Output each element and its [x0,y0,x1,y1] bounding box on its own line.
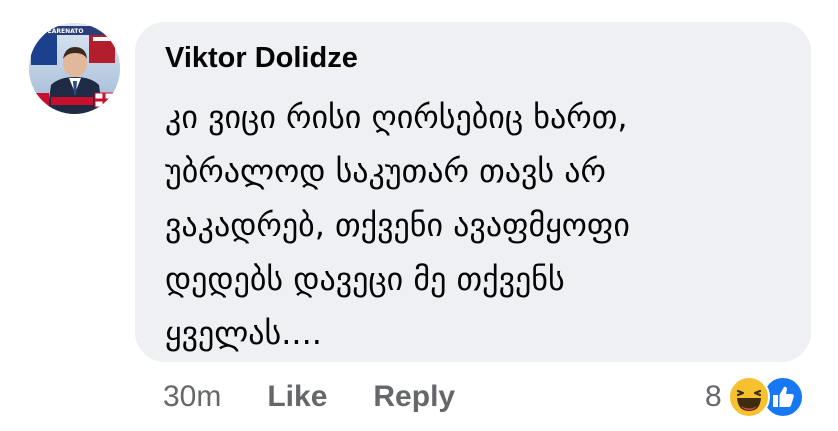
reply-button[interactable]: Reply [373,380,455,414]
like-button[interactable]: Like [267,380,327,414]
comment-container: WEARENATO Viktor Dolidze კი ვიცი რისი ღი… [0,0,838,431]
comment-text-line: კი ვიცი რისი ღირსებიც ხართ, [165,98,628,136]
avatar[interactable]: WEARENATO [29,23,120,114]
avatar-image: WEARENATO [29,23,120,114]
comment-author-name[interactable]: Viktor Dolidze [165,40,791,76]
comment-text-line: ყველას.... [165,314,322,352]
comment-bubble: Viktor Dolidze კი ვიცი რისი ღირსებიც ხარ… [135,22,811,362]
comment-text-line: დედებს დავეცი მე თქვენს [165,260,565,298]
haha-icon [727,376,770,418]
comment-timestamp[interactable]: 30m [163,380,221,414]
comment-text-line: უბრალოდ საკუთარ თავს არ [165,152,606,190]
reaction-icons [727,375,804,419]
comment-text-line: ვაკადრებ, თქვენი ავაფმყოფი [165,206,630,244]
avatar-badge: WEARENATO [41,28,83,35]
comment-actions: 30m Like Reply [163,375,501,419]
reaction-count: 8 [705,380,722,413]
comment-text: კი ვიცი რისი ღირსებიც ხართ, უბრალოდ საკუ… [165,90,791,360]
reactions-summary[interactable]: 8 [705,374,804,420]
